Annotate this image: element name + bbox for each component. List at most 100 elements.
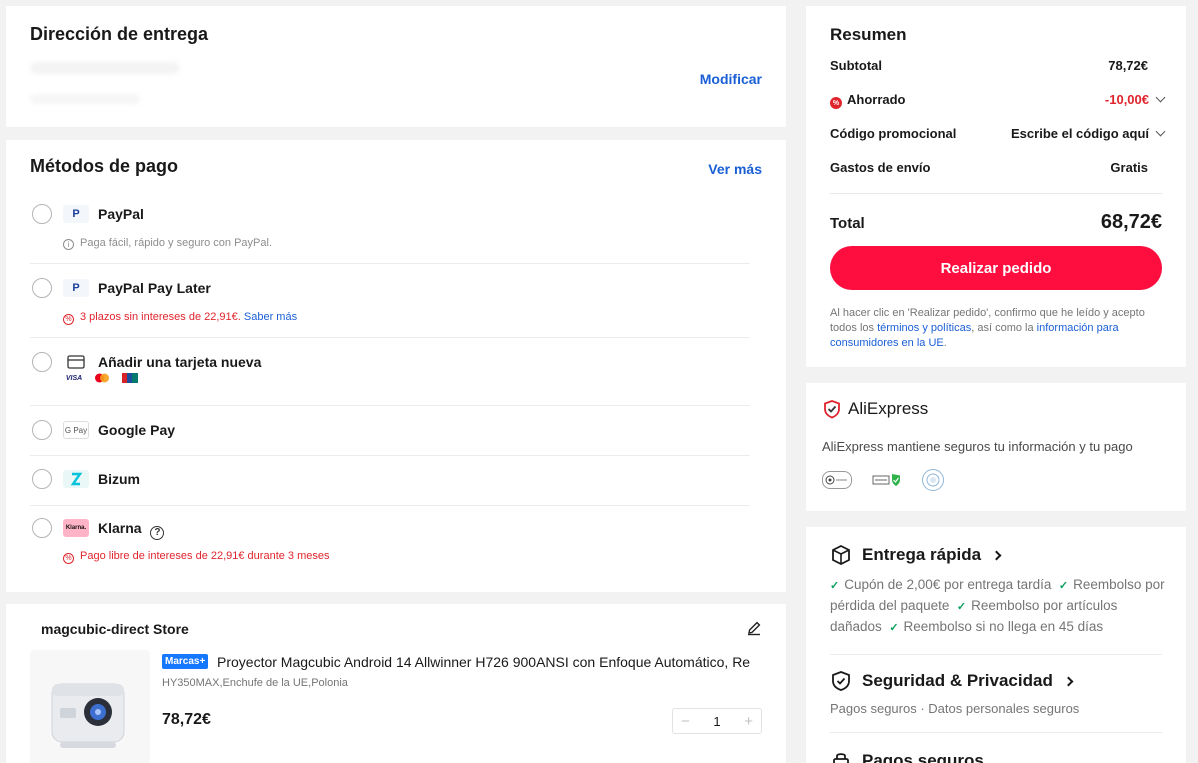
fast-delivery-link[interactable]: Entrega rápida bbox=[830, 544, 1002, 566]
payment-title: Métodos de pago bbox=[30, 156, 178, 176]
edit-icon[interactable] bbox=[746, 620, 762, 636]
check-icon: ✓ bbox=[956, 601, 967, 613]
radio-button[interactable] bbox=[32, 278, 52, 298]
divider bbox=[830, 732, 1162, 733]
promo-code-label: Código promocional bbox=[830, 126, 957, 141]
divider bbox=[30, 337, 750, 338]
place-order-button[interactable]: Realizar pedido bbox=[830, 246, 1162, 290]
payment-option-note: % Pago libre de intereses de 22,91€ duran… bbox=[63, 550, 330, 564]
security-subtitle: Pagos seguros · Datos personales seguros bbox=[830, 701, 1080, 716]
chevron-down-icon[interactable] bbox=[1155, 92, 1166, 103]
note-text: Paga fácil, rápido y seguro con PayPal. bbox=[80, 237, 273, 249]
paypal-icon: P bbox=[63, 279, 89, 297]
klarna-label: Klarna bbox=[98, 520, 142, 536]
saved-row[interactable]: % Ahorrado -10,00€ bbox=[830, 92, 1166, 109]
delivery-address-card: Dirección de entrega Modificar bbox=[6, 6, 786, 127]
promo-code-row[interactable]: Código promocional Escribe el código aqu… bbox=[830, 126, 1166, 141]
radio-button[interactable] bbox=[32, 469, 52, 489]
payment-option-new-card[interactable]: Añadir una tarjeta nueva VISA bbox=[30, 350, 750, 406]
installment-icon: % bbox=[63, 553, 74, 564]
radio-button[interactable] bbox=[32, 518, 52, 538]
product-image[interactable] bbox=[30, 650, 150, 763]
shield-check-icon bbox=[824, 400, 840, 419]
certificate-seal-icon bbox=[922, 469, 944, 491]
box-icon bbox=[832, 544, 850, 566]
payment-option-label: Klarna ? bbox=[98, 520, 165, 540]
payment-option-paypal-pay-later[interactable]: P PayPal Pay Later % 3 plazos sin interes… bbox=[30, 276, 750, 338]
chevron-down-icon[interactable] bbox=[1155, 126, 1166, 137]
divider bbox=[30, 505, 750, 506]
see-more-link[interactable]: Ver más bbox=[708, 161, 762, 177]
modify-address-link[interactable]: Modificar bbox=[700, 71, 762, 87]
payment-option-note: % 3 plazos sin intereses de 22,91€. Saber… bbox=[63, 311, 297, 325]
delivery-guarantee-card: Entrega rápida ✓ Cupón de 2,00€ por entre… bbox=[806, 527, 1186, 763]
terms-link[interactable]: términos y políticas bbox=[877, 322, 971, 334]
secure-payments-title: Pagos seguros bbox=[862, 751, 984, 763]
saved-label: Ahorrado bbox=[847, 92, 906, 107]
chevron-right-icon bbox=[991, 550, 1002, 560]
security-seal-icon bbox=[822, 471, 852, 489]
quantity-value[interactable]: 1 bbox=[713, 714, 720, 729]
legal-part: . bbox=[943, 337, 947, 349]
payment-option-note: i Paga fácil, rápido y seguro con PayPal. bbox=[63, 237, 272, 250]
secure-payments-link[interactable]: Pagos seguros bbox=[830, 750, 984, 763]
fast-delivery-title: Entrega rápida bbox=[862, 545, 982, 564]
mastercard-icon bbox=[91, 372, 113, 384]
feature-text: Reembolso si no llega en 45 días bbox=[903, 619, 1104, 634]
divider bbox=[830, 654, 1162, 655]
payment-option-google-pay[interactable]: G Pay Google Pay bbox=[30, 418, 750, 456]
divider bbox=[30, 455, 750, 456]
total-label: Total bbox=[830, 215, 865, 232]
lock-icon bbox=[833, 753, 849, 763]
payment-option-bizum[interactable]: Bizum bbox=[30, 468, 750, 506]
total-value: 68,72€ bbox=[1100, 211, 1162, 233]
bizum-icon bbox=[63, 470, 89, 488]
discount-icon: % bbox=[830, 97, 842, 109]
note-text: 3 plazos sin intereses de 22,91€. bbox=[80, 311, 241, 323]
help-icon[interactable]: ? bbox=[150, 526, 165, 540]
radio-button[interactable] bbox=[32, 204, 52, 224]
store-order-card: magcubic-direct Store Marcas+ Proyector … bbox=[6, 604, 786, 763]
payment-option-paypal[interactable]: P PayPal i Paga fácil, rápido y seguro co… bbox=[30, 202, 750, 264]
unionpay-icon bbox=[119, 372, 141, 384]
radio-button[interactable] bbox=[32, 420, 52, 440]
learn-more-link[interactable]: Saber más bbox=[244, 311, 297, 323]
security-privacy-link[interactable]: Seguridad & Privacidad bbox=[830, 670, 1074, 692]
promo-code-placeholder: Escribe el código aquí bbox=[1011, 126, 1149, 141]
trust-text: AliExpress mantiene seguros tu informaci… bbox=[822, 439, 1133, 454]
installment-icon: % bbox=[63, 314, 74, 325]
note-text: Pago libre de intereses de 22,91€ durant… bbox=[80, 550, 330, 562]
aliexpress-brand: AliExpress bbox=[822, 399, 928, 419]
saved-value: -10,00€ bbox=[1104, 92, 1149, 107]
google-pay-icon: G Pay bbox=[63, 421, 89, 439]
payment-option-klarna[interactable]: Klarna. Klarna ? % Pago libre de interese… bbox=[30, 517, 750, 567]
product-title[interactable]: Proyector Magcubic Android 14 Allwinner … bbox=[217, 654, 763, 670]
shipping-label: Gastos de envío bbox=[830, 160, 931, 175]
payment-option-label: PayPal bbox=[98, 206, 144, 222]
payment-option-label: Bizum bbox=[98, 471, 140, 487]
payment-option-label: PayPal Pay Later bbox=[98, 280, 211, 296]
subtotal-row: Subtotal 78,72€ bbox=[830, 58, 1162, 73]
security-seals bbox=[822, 469, 944, 491]
payment-option-label: Añadir una tarjeta nueva bbox=[98, 354, 262, 370]
check-icon: ✓ bbox=[830, 580, 840, 592]
visa-icon: VISA bbox=[65, 374, 83, 382]
aliexpress-logo-text: AliExpress bbox=[848, 399, 929, 418]
promo-code-input[interactable]: Escribe el código aquí bbox=[1011, 126, 1166, 141]
decrease-button[interactable]: − bbox=[681, 713, 690, 730]
delivery-features: ✓ Cupón de 2,00€ por entrega tardía ✓ Reem… bbox=[830, 575, 1170, 638]
aliexpress-trust-card: AliExpress AliExpress mantiene seguros t… bbox=[806, 383, 1186, 511]
address-title: Dirección de entrega bbox=[30, 24, 209, 44]
store-name[interactable]: magcubic-direct Store bbox=[41, 621, 189, 637]
address-line-redacted bbox=[30, 94, 140, 104]
quantity-stepper: − 1 + bbox=[672, 708, 762, 734]
payment-methods-card: Métodos de pago Ver más P PayPal i Paga f… bbox=[6, 140, 786, 592]
security-title: Seguridad & Privacidad bbox=[862, 671, 1053, 690]
chevron-right-icon bbox=[1063, 676, 1074, 686]
subtotal-value: 78,72€ bbox=[1108, 58, 1148, 73]
radio-button[interactable] bbox=[32, 352, 52, 372]
legal-part: , así como la bbox=[971, 322, 1037, 334]
increase-button[interactable]: + bbox=[744, 713, 753, 730]
shipping-value: Gratis bbox=[1110, 160, 1148, 175]
feature-text: Cupón de 2,00€ por entrega tardía bbox=[844, 577, 1052, 592]
